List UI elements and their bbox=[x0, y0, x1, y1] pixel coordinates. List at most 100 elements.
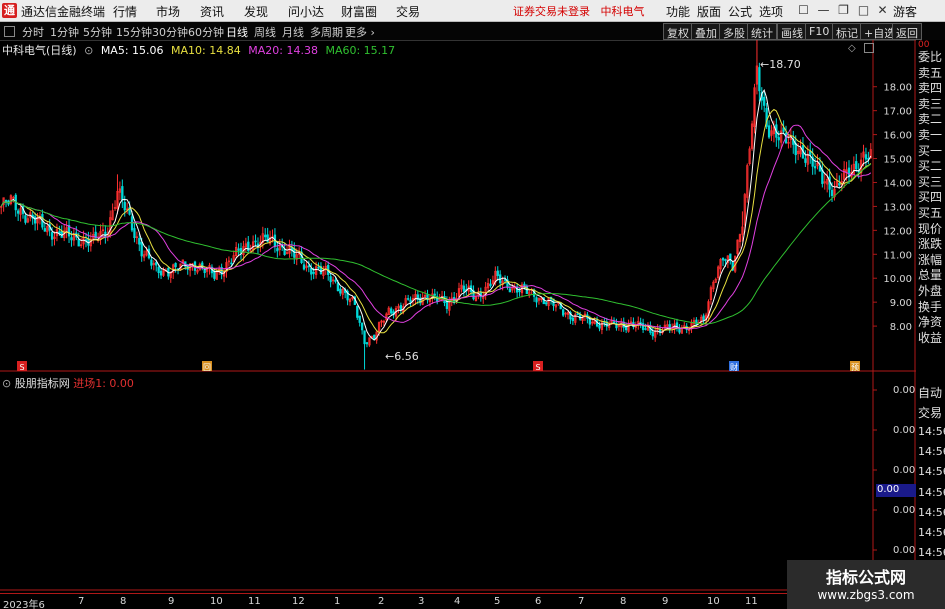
maximize-icon[interactable]: □ bbox=[855, 2, 872, 19]
ma60-value: MA60: 15.17 bbox=[325, 44, 396, 57]
candle-body bbox=[360, 322, 364, 331]
date-label: 10 bbox=[210, 596, 223, 607]
event-marker-label: S bbox=[535, 363, 540, 372]
price-tick-label: 10.00 bbox=[883, 274, 912, 285]
title-bar: 通 通达信金融终端 行情 市场 资讯 发现 问小达 财富圈 交易 证券交易未登录… bbox=[0, 0, 945, 22]
mark-button[interactable]: 标记 bbox=[832, 23, 862, 40]
indicator-chart[interactable] bbox=[0, 372, 916, 593]
tab-60min[interactable]: 60分钟 bbox=[188, 24, 224, 40]
quote-label: 卖二 bbox=[918, 112, 943, 127]
date-label: 9 bbox=[168, 596, 175, 607]
event-marker-label: 预 bbox=[851, 362, 859, 372]
candle-body bbox=[155, 262, 158, 266]
minimize-chart-icon[interactable] bbox=[864, 43, 874, 53]
candle-body bbox=[237, 248, 240, 251]
date-label: 1 bbox=[334, 596, 341, 607]
watermark: 指标公式网 www.zbgs3.com bbox=[787, 560, 945, 609]
candle-body bbox=[518, 290, 521, 293]
chevron-right-icon: › bbox=[370, 26, 375, 39]
event-marker-label: 财 bbox=[730, 362, 738, 372]
tab-30min[interactable]: 30分钟 bbox=[152, 24, 188, 40]
menu-zixun[interactable]: 资讯 bbox=[200, 3, 224, 20]
date-label: 2 bbox=[378, 596, 385, 607]
trade-login-notice[interactable]: 证券交易未登录 中科电气 bbox=[513, 3, 645, 19]
indicator-title: 股朋指标网 bbox=[14, 377, 70, 390]
date-label: 12 bbox=[292, 596, 305, 607]
restore-icon[interactable]: ❐ bbox=[835, 2, 852, 19]
candle-body bbox=[641, 323, 645, 330]
date-label: 10 bbox=[707, 596, 720, 607]
candle-body bbox=[312, 272, 315, 274]
minimize-icon[interactable]: — bbox=[815, 2, 832, 19]
candle-body bbox=[639, 322, 642, 324]
draw-line-button[interactable]: 画线 bbox=[777, 23, 807, 40]
candle-body bbox=[138, 238, 141, 245]
candle-body bbox=[203, 268, 206, 274]
price-chart[interactable]: 8.00 9.00 10.00 11.00 12.00 13.00 14.00 15.00 16… bbox=[0, 40, 916, 372]
message-icon[interactable]: ☐ bbox=[795, 2, 812, 19]
candle-body bbox=[535, 297, 538, 303]
tab-fenshi[interactable]: 分时 bbox=[22, 24, 44, 40]
menu-faxian[interactable]: 发现 bbox=[244, 3, 268, 20]
candle-body bbox=[339, 288, 342, 294]
low-price-label: ←6.56 bbox=[385, 350, 419, 363]
fuquan-button[interactable]: 复权 bbox=[663, 23, 693, 40]
candles bbox=[0, 40, 872, 370]
menu-xuanxiang[interactable]: 选项 bbox=[759, 3, 783, 20]
tab-weekly[interactable]: 周线 bbox=[254, 24, 276, 40]
statistics-button[interactable]: 统计 bbox=[747, 23, 777, 40]
tab-monthly[interactable]: 月线 bbox=[282, 24, 304, 40]
candle-body bbox=[489, 283, 492, 287]
auto-trade-label[interactable]: 自动 bbox=[918, 384, 942, 401]
candle-body bbox=[588, 318, 591, 325]
menu-shichang[interactable]: 市场 bbox=[156, 3, 180, 20]
quote-label: 买一 bbox=[918, 143, 943, 158]
candle-body bbox=[855, 161, 858, 170]
overlay-button[interactable]: 叠加 bbox=[691, 23, 721, 40]
candle-body bbox=[830, 189, 834, 196]
candle-body bbox=[702, 315, 705, 321]
date-label: 8 bbox=[120, 596, 127, 607]
quote-label: 换手 bbox=[918, 299, 943, 314]
candle-body bbox=[310, 267, 313, 275]
indicator-tick: 0.00 bbox=[893, 465, 916, 476]
menu-banmian[interactable]: 版面 bbox=[697, 3, 721, 20]
candle-body bbox=[157, 266, 160, 274]
candle-body bbox=[50, 232, 54, 240]
date-label: 8 bbox=[620, 596, 627, 607]
event-marker-label: S bbox=[19, 363, 24, 372]
date-label: 3 bbox=[418, 596, 425, 607]
candle-body bbox=[644, 328, 647, 330]
auto-trade-label[interactable]: 交易 bbox=[918, 404, 942, 421]
back-button[interactable]: 返回 bbox=[892, 23, 922, 40]
tab-daily[interactable]: 日线 bbox=[226, 24, 248, 40]
guest-user[interactable]: 游客 bbox=[893, 3, 917, 20]
candle-body bbox=[123, 201, 126, 211]
indicator-expand-icon[interactable]: ⊙ bbox=[2, 377, 11, 390]
multi-stock-button[interactable]: 多股 bbox=[719, 23, 749, 40]
diamond-icon[interactable]: ◇ bbox=[848, 43, 856, 54]
expand-icon[interactable]: ⊙ bbox=[84, 44, 93, 57]
menu-jiaoyi[interactable]: 交易 bbox=[396, 3, 420, 20]
tab-more[interactable]: 更多 › bbox=[345, 24, 375, 40]
candle-body bbox=[70, 237, 73, 241]
menu-caifuquan[interactable]: 财富圈 bbox=[341, 3, 377, 20]
date-label: 5 bbox=[494, 596, 501, 607]
toolbar-toggle-icon[interactable] bbox=[4, 26, 15, 37]
menu-gongneng[interactable]: 功能 bbox=[666, 3, 690, 20]
tab-15min[interactable]: 15分钟 bbox=[116, 24, 152, 40]
trade-time-label: 14:56 bbox=[918, 465, 945, 479]
candle-body bbox=[133, 228, 136, 238]
f10-button[interactable]: F10 bbox=[805, 23, 834, 40]
menu-wenxiaoda[interactable]: 问小达 bbox=[288, 3, 324, 20]
tab-1min[interactable]: 1分钟 bbox=[50, 24, 79, 40]
candle-body bbox=[58, 231, 61, 234]
tab-multi-period[interactable]: 多周期 bbox=[310, 24, 343, 40]
tab-5min[interactable]: 5分钟 bbox=[83, 24, 112, 40]
candle-body bbox=[721, 257, 725, 261]
event-marker-label: 回 bbox=[203, 363, 211, 372]
indicator-tick: 0.00 bbox=[893, 505, 916, 516]
menu-hangqing[interactable]: 行情 bbox=[113, 3, 137, 20]
close-icon[interactable]: ✕ bbox=[874, 2, 891, 19]
menu-gongshi[interactable]: 公式 bbox=[728, 3, 752, 20]
